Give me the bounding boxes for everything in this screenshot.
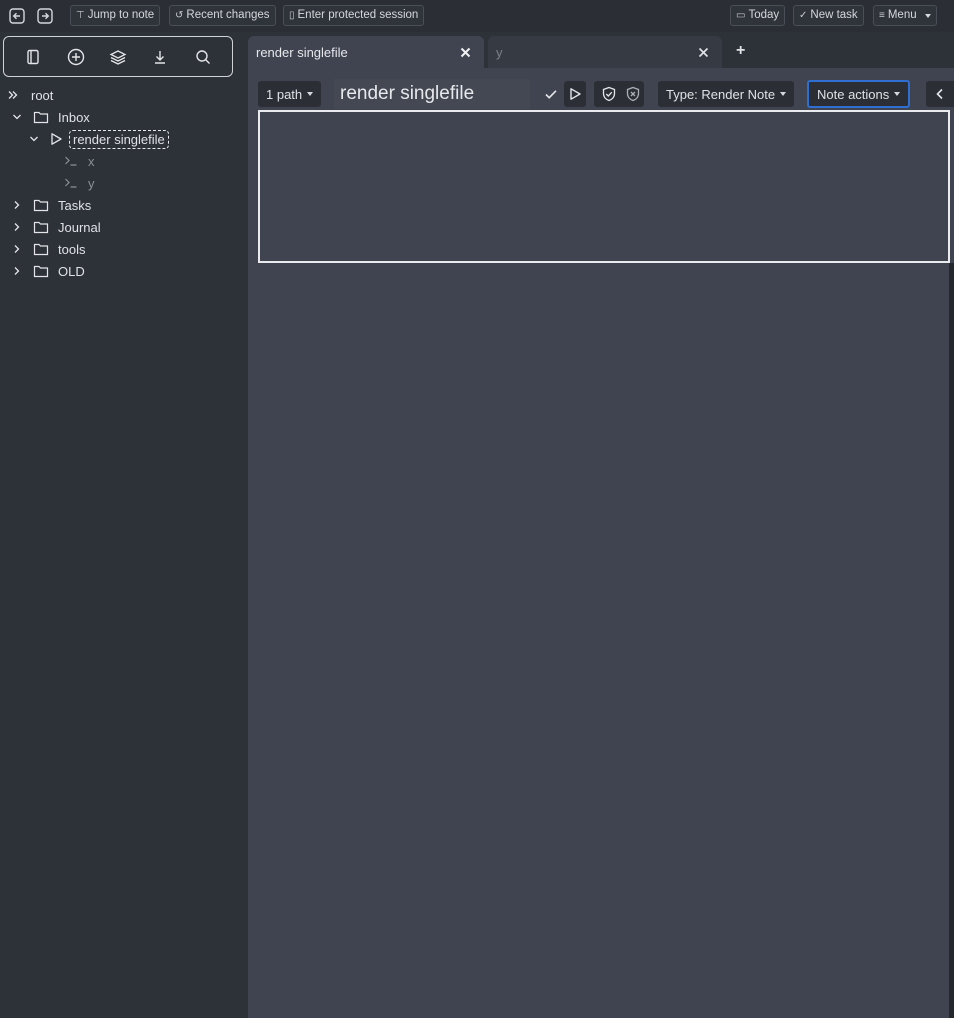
terminal-icon	[62, 153, 80, 169]
today-label: Today	[748, 9, 780, 21]
recent-changes-button[interactable]: ↺ Recent changes	[169, 5, 276, 26]
note-paths-label: 1 path	[266, 86, 303, 102]
chevron-left-icon	[936, 88, 943, 100]
tab-title: y	[496, 44, 503, 60]
tree-item-root[interactable]: root	[6, 84, 53, 106]
tab-render-singlefile[interactable]: render singlefile	[248, 36, 484, 68]
calendar-icon: ▭	[736, 10, 746, 21]
new-task-button[interactable]: ✓ New task	[793, 5, 864, 26]
layers-icon[interactable]	[106, 45, 130, 69]
tree-item-y[interactable]: y	[44, 172, 95, 194]
new-tab-button[interactable]: +	[736, 42, 745, 60]
tree-item-tasks[interactable]: Tasks	[10, 194, 91, 216]
jump-to-note-label: Jump to note	[87, 9, 155, 21]
chevron-down-icon	[307, 92, 314, 96]
add-icon[interactable]	[64, 45, 88, 69]
chevron-down-icon[interactable]	[10, 110, 24, 124]
note-actions-button[interactable]: Note actions	[807, 80, 911, 108]
play-icon	[47, 131, 65, 147]
folder-icon	[32, 197, 50, 213]
shield-x-icon[interactable]	[623, 84, 643, 104]
note-type-dropdown[interactable]: Type: Render Note	[658, 81, 795, 107]
tree-item-tools[interactable]: tools	[10, 238, 85, 260]
back-icon[interactable]	[8, 7, 26, 25]
chevron-right-icon[interactable]	[10, 220, 24, 234]
toggle-right-pane-button[interactable]	[926, 81, 954, 107]
enter-protected-session-button[interactable]: ▯ Enter protected session	[283, 5, 425, 26]
tree-item-label: OLD	[58, 263, 85, 279]
forward-icon[interactable]	[36, 7, 54, 25]
chevron-right-icon[interactable]	[10, 198, 24, 212]
tree-item-label: Inbox	[58, 109, 90, 125]
folder-icon	[32, 109, 50, 125]
tab-y[interactable]: y	[488, 36, 722, 68]
launcher-bar	[3, 36, 233, 77]
chevron-right-icon[interactable]	[10, 264, 24, 278]
tree-item-render-singlefile[interactable]: render singlefile	[27, 128, 169, 150]
hamburger-icon: ≡	[879, 10, 885, 21]
terminal-icon	[62, 175, 80, 191]
tree-item-old[interactable]: OLD	[10, 260, 85, 282]
tree-item-label: y	[88, 175, 95, 191]
menu-label: Menu	[887, 9, 917, 21]
folder-icon	[32, 263, 50, 279]
tree-item-x[interactable]: x	[44, 150, 95, 172]
tree-item-journal[interactable]: Journal	[10, 216, 101, 238]
scrollbar[interactable]	[949, 263, 954, 1018]
note-paths-button[interactable]: 1 path	[258, 81, 322, 107]
check-icon[interactable]	[541, 84, 561, 104]
tree-item-label: Journal	[58, 219, 101, 235]
shield-check-icon[interactable]	[599, 84, 619, 104]
close-icon[interactable]	[696, 45, 710, 59]
chevron-down-icon	[894, 92, 901, 96]
pointer-icon: ⊤	[76, 10, 85, 21]
tab-title: render singlefile	[256, 44, 348, 60]
today-button[interactable]: ▭ Today	[730, 5, 786, 26]
play-icon	[570, 88, 581, 100]
note-actions-label: Note actions	[817, 86, 890, 102]
execute-button[interactable]	[564, 81, 586, 107]
tree-item-label: Tasks	[58, 197, 92, 213]
search-icon[interactable]	[191, 45, 215, 69]
top-bar: ⊤ Jump to note ↺ Recent changes ▯ Enter …	[0, 0, 954, 32]
chevron-down-icon	[780, 92, 787, 96]
tree-item-label: render singlefile	[69, 129, 169, 149]
chevron-down-icon[interactable]	[27, 132, 41, 146]
new-task-label: New task	[810, 9, 858, 21]
chevron-down-icon	[924, 13, 931, 18]
tree-item-label: x	[88, 153, 95, 169]
download-icon[interactable]	[148, 45, 172, 69]
tree-item-label: tools	[58, 241, 86, 257]
note-title-input[interactable]	[334, 79, 530, 109]
collapse-all-icon[interactable]	[6, 88, 20, 102]
tab-bar: render singlefile y +	[248, 32, 954, 68]
close-icon[interactable]	[458, 45, 472, 59]
left-pane: root Inbox render singlefile x y Tasks J…	[0, 32, 248, 1018]
folder-icon	[32, 219, 50, 235]
note-title-row: 1 path Type: Render Note Note actions	[248, 68, 954, 109]
phone-icon: ▯	[289, 10, 295, 21]
enter-protected-session-label: Enter protected session	[297, 9, 419, 21]
tree-item-label: root	[31, 87, 54, 103]
folder-icon	[32, 241, 50, 257]
new-note-icon[interactable]	[21, 45, 45, 69]
check-icon: ✓	[799, 10, 808, 21]
tree-item-inbox[interactable]: Inbox	[10, 106, 90, 128]
recent-changes-label: Recent changes	[186, 9, 270, 21]
jump-to-note-button[interactable]: ⊤ Jump to note	[70, 5, 161, 26]
history-icon: ↺	[175, 10, 184, 21]
chevron-right-icon[interactable]	[10, 242, 24, 256]
note-type-label: Type: Render Note	[666, 86, 776, 102]
menu-button[interactable]: ≡ Menu	[873, 5, 937, 26]
render-note-content	[258, 110, 950, 263]
